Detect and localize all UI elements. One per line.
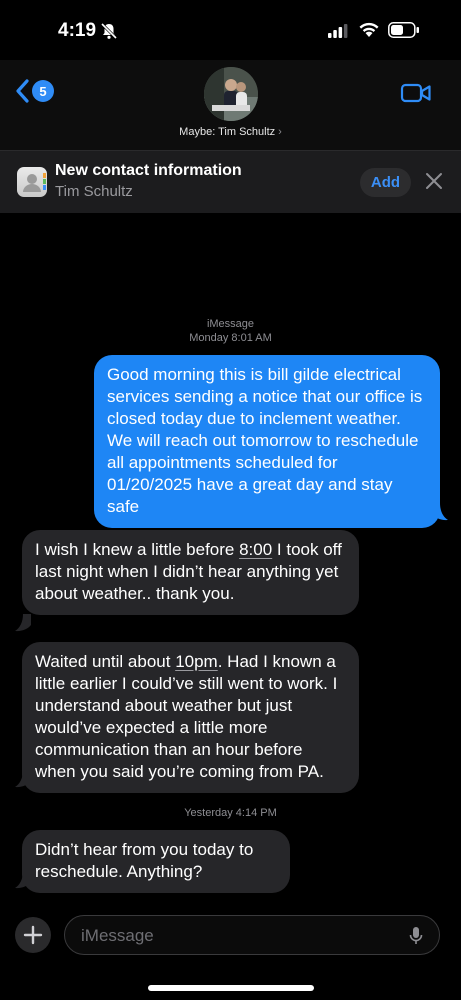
detected-data-link[interactable]: 10pm xyxy=(175,652,218,671)
message-input[interactable]: iMessage xyxy=(64,915,440,955)
banner-title: New contact information xyxy=(55,162,242,179)
conversation-header: 5 Maybe: Tim Schultz › xyxy=(0,60,461,150)
message-text: Didn’t hear from you today to reschedule… xyxy=(35,840,254,881)
facetime-video-icon[interactable] xyxy=(400,82,432,104)
contact-name-button[interactable]: Maybe: Tim Schultz › xyxy=(0,126,461,138)
bubble-tail xyxy=(15,770,31,788)
battery-icon xyxy=(388,22,419,38)
received-message-bubble[interactable]: Waited until about 10pm. Had I known a l… xyxy=(22,642,359,793)
plus-icon xyxy=(23,925,43,945)
message-text: I wish I knew a little before 8:00 I too… xyxy=(35,540,342,603)
service-label: iMessage xyxy=(206,318,255,330)
bubble-tail xyxy=(432,503,448,521)
cellular-signal-icon xyxy=(328,24,348,38)
banner-subtitle: Tim Schultz xyxy=(55,183,133,200)
sent-message-bubble[interactable]: Good morning this is bill gilde electric… xyxy=(94,355,440,528)
contact-name-label: Maybe: Tim Schultz xyxy=(179,126,276,138)
contact-avatar[interactable] xyxy=(204,67,258,121)
status-time: 4:19 xyxy=(58,20,97,41)
apps-plus-button[interactable] xyxy=(15,917,51,953)
status-bar: 4:19 xyxy=(0,0,461,60)
timestamp-yesterday: Yesterday 4:14 PM xyxy=(184,807,277,819)
chevron-right-icon: › xyxy=(278,126,282,138)
chevron-left-icon xyxy=(16,79,29,103)
microphone-icon[interactable] xyxy=(409,926,423,946)
unread-count-badge: 5 xyxy=(32,80,54,102)
received-message-bubble[interactable]: I wish I knew a little before 8:00 I too… xyxy=(22,530,359,615)
wifi-icon xyxy=(359,22,379,37)
received-message-bubble[interactable]: Didn’t hear from you today to reschedule… xyxy=(22,830,290,893)
back-button[interactable]: 5 xyxy=(14,78,54,104)
bell-slash-icon xyxy=(100,22,118,40)
avatar-photo xyxy=(204,67,258,121)
close-icon[interactable] xyxy=(425,172,443,190)
home-indicator xyxy=(148,985,314,991)
bubble-tail xyxy=(15,871,31,889)
new-contact-banner: New contact information Tim Schultz Add xyxy=(0,150,461,213)
message-text: Good morning this is bill gilde electric… xyxy=(107,365,423,516)
message-input-placeholder: iMessage xyxy=(81,926,154,945)
detected-data-link[interactable]: 8:00 xyxy=(239,540,272,559)
contacts-app-icon xyxy=(17,167,47,197)
bubble-tail xyxy=(15,614,31,632)
add-contact-button[interactable]: Add xyxy=(360,168,411,197)
timestamp-monday: Monday 8:01 AM xyxy=(189,332,272,344)
message-text: Waited until about 10pm. Had I known a l… xyxy=(35,652,338,781)
